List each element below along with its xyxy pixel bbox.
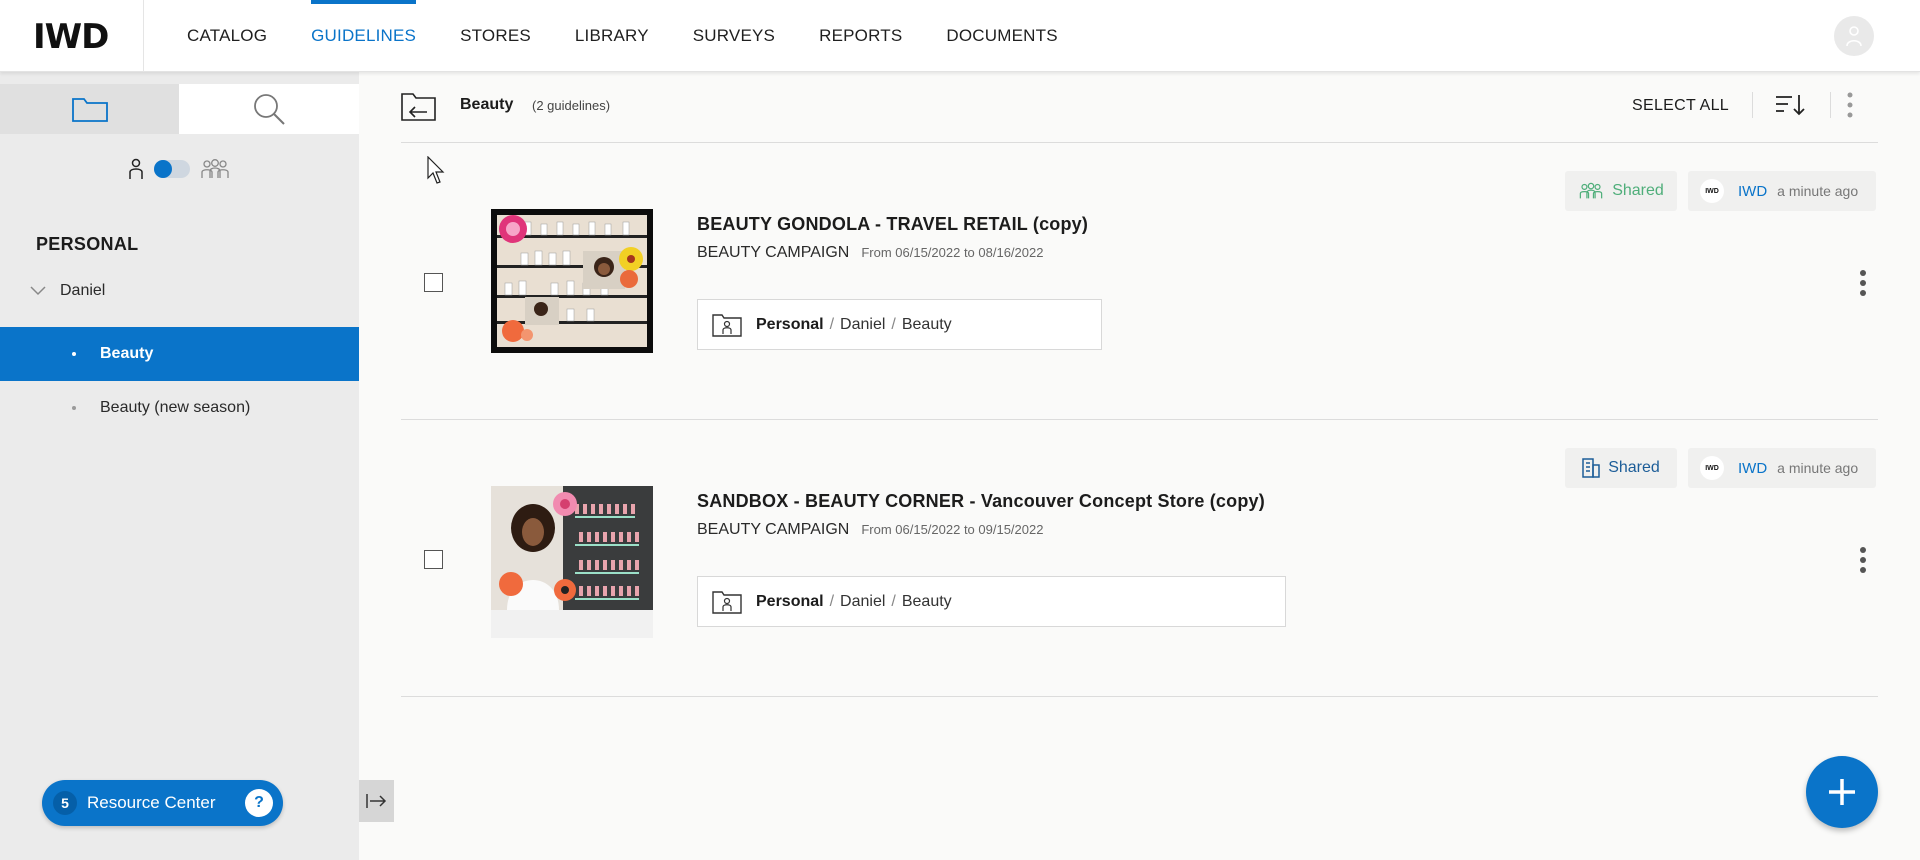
group-icon — [1579, 182, 1603, 199]
chevron-down-icon[interactable] — [30, 286, 46, 296]
guideline-campaign: BEAUTY CAMPAIGN From 06/15/2022 to 08/16/… — [697, 244, 1043, 262]
resource-center-label: Resource Center — [87, 793, 216, 812]
plus-icon — [1829, 779, 1855, 805]
path-mid: Daniel — [840, 592, 886, 610]
guideline-row[interactable]: BEAUTY GONDOLA - TRAVEL RETAIL (copy) BE… — [401, 143, 1878, 420]
add-guideline-button[interactable] — [1806, 756, 1878, 828]
bullet-icon — [72, 406, 76, 410]
guideline-folder-path[interactable]: Personal / Daniel / Beauty — [697, 299, 1102, 350]
resource-center-button[interactable]: 5 Resource Center ? — [42, 780, 283, 826]
author-badge: IWD IWD a minute ago — [1688, 448, 1876, 488]
nav-guidelines[interactable]: GUIDELINES — [289, 0, 438, 72]
tree-item-label: Beauty — [100, 345, 154, 362]
help-icon: ? — [245, 789, 273, 817]
campaign-name: BEAUTY CAMPAIGN — [697, 521, 850, 538]
tree-item-daniel[interactable]: Daniel — [30, 282, 105, 300]
sidebar: PERSONAL Daniel Beauty Beauty (new seaso… — [0, 72, 359, 860]
gondola-image — [491, 209, 653, 353]
guideline-title[interactable]: SANDBOX - BEAUTY CORNER - Vancouver Conc… — [697, 491, 1265, 512]
author-logo: IWD — [1700, 456, 1724, 480]
folder-title: Beauty — [460, 96, 514, 113]
guideline-count: (2 guidelines) — [532, 98, 611, 113]
path-separator: / — [829, 592, 835, 610]
personal-shared-toggle[interactable] — [128, 158, 230, 180]
select-all-button[interactable]: SELECT ALL — [1632, 97, 1729, 115]
nav-catalog[interactable]: CATALOG — [165, 0, 289, 72]
main-menu: CATALOG GUIDELINES STORES LIBRARY SURVEY… — [165, 0, 1080, 72]
section-title: PERSONAL — [36, 234, 139, 254]
more-options-icon[interactable] — [1846, 92, 1854, 118]
more-options-icon[interactable] — [1859, 269, 1867, 297]
updated-time: a minute ago — [1777, 183, 1859, 199]
back-folder-icon[interactable] — [401, 92, 437, 122]
nav-reports[interactable]: REPORTS — [797, 0, 924, 72]
campaign-dates: From 06/15/2022 to 09/15/2022 — [861, 522, 1044, 537]
shared-label: Shared — [1608, 459, 1660, 476]
author-name[interactable]: IWD — [1738, 183, 1767, 200]
campaign-dates: From 06/15/2022 to 08/16/2022 — [861, 245, 1044, 260]
search-icon — [254, 94, 285, 125]
toggle-switch[interactable] — [154, 160, 190, 178]
personal-folder-icon — [712, 313, 742, 337]
author-name[interactable]: IWD — [1738, 460, 1767, 477]
group-icon — [201, 159, 229, 178]
mouse-cursor-icon — [427, 156, 445, 184]
updated-time: a minute ago — [1777, 460, 1859, 476]
sidebar-tabs — [0, 84, 359, 134]
path-root: Personal — [756, 592, 824, 610]
user-avatar[interactable] — [1834, 16, 1874, 56]
corner-image — [491, 486, 653, 638]
divider — [1752, 92, 1753, 118]
author-logo: IWD — [1700, 179, 1724, 203]
path-leaf: Beauty — [901, 592, 952, 610]
person-icon — [129, 158, 143, 179]
path-leaf: Beauty — [901, 315, 952, 333]
shared-badge[interactable]: Shared — [1565, 448, 1677, 488]
nav-surveys[interactable]: SURVEYS — [671, 0, 797, 72]
nav-documents[interactable]: DOCUMENTS — [924, 0, 1079, 72]
guideline-campaign: BEAUTY CAMPAIGN From 06/15/2022 to 09/15/… — [697, 521, 1043, 539]
more-options-icon[interactable] — [1859, 546, 1867, 574]
guideline-thumbnail[interactable] — [491, 209, 653, 353]
tree-item-label: Daniel — [60, 282, 106, 299]
tree-item-label: Beauty (new season) — [100, 399, 251, 416]
iwd-logo[interactable]: IWD — [33, 17, 109, 57]
guideline-checkbox[interactable] — [424, 273, 443, 292]
tree-item-beauty[interactable]: Beauty — [0, 327, 359, 381]
sort-icon[interactable] — [1775, 94, 1807, 116]
nav-stores[interactable]: STORES — [438, 0, 553, 72]
guideline-row[interactable]: SANDBOX - BEAUTY CORNER - Vancouver Conc… — [401, 420, 1878, 697]
toolbar: Beauty (2 guidelines) SELECT ALL — [401, 72, 1878, 143]
path-separator: / — [829, 315, 835, 333]
tree-item-beauty-new-season[interactable]: Beauty (new season) — [0, 381, 359, 435]
author-badge: IWD IWD a minute ago — [1688, 171, 1876, 211]
campaign-name: BEAUTY CAMPAIGN — [697, 244, 850, 261]
shared-label: Shared — [1612, 182, 1664, 199]
path-mid: Daniel — [840, 315, 886, 333]
path-root: Personal — [756, 315, 824, 333]
tab-folders[interactable] — [0, 84, 179, 134]
bullet-icon — [72, 352, 76, 356]
shared-badge[interactable]: Shared — [1565, 171, 1677, 211]
personal-folder-icon — [712, 590, 742, 614]
guideline-thumbnail[interactable] — [491, 486, 653, 638]
main-content: Beauty (2 guidelines) SELECT ALL BEAUTY … — [359, 72, 1920, 860]
nav-library[interactable]: LIBRARY — [553, 0, 671, 72]
user-icon — [1846, 26, 1862, 47]
path-separator: / — [891, 315, 896, 333]
tab-search[interactable] — [179, 84, 359, 134]
resource-count-badge: 5 — [53, 791, 77, 815]
path-separator: / — [891, 592, 896, 610]
building-icon — [1582, 458, 1600, 478]
logo-divider — [143, 0, 144, 72]
guideline-title[interactable]: BEAUTY GONDOLA - TRAVEL RETAIL (copy) — [697, 214, 1088, 235]
guideline-checkbox[interactable] — [424, 550, 443, 569]
folder-icon — [71, 98, 108, 122]
guideline-folder-path[interactable]: Personal / Daniel / Beauty — [697, 576, 1286, 627]
top-navigation: IWD CATALOG GUIDELINES STORES LIBRARY SU… — [0, 0, 1920, 72]
toggle-knob — [154, 160, 172, 178]
divider — [1830, 92, 1831, 118]
